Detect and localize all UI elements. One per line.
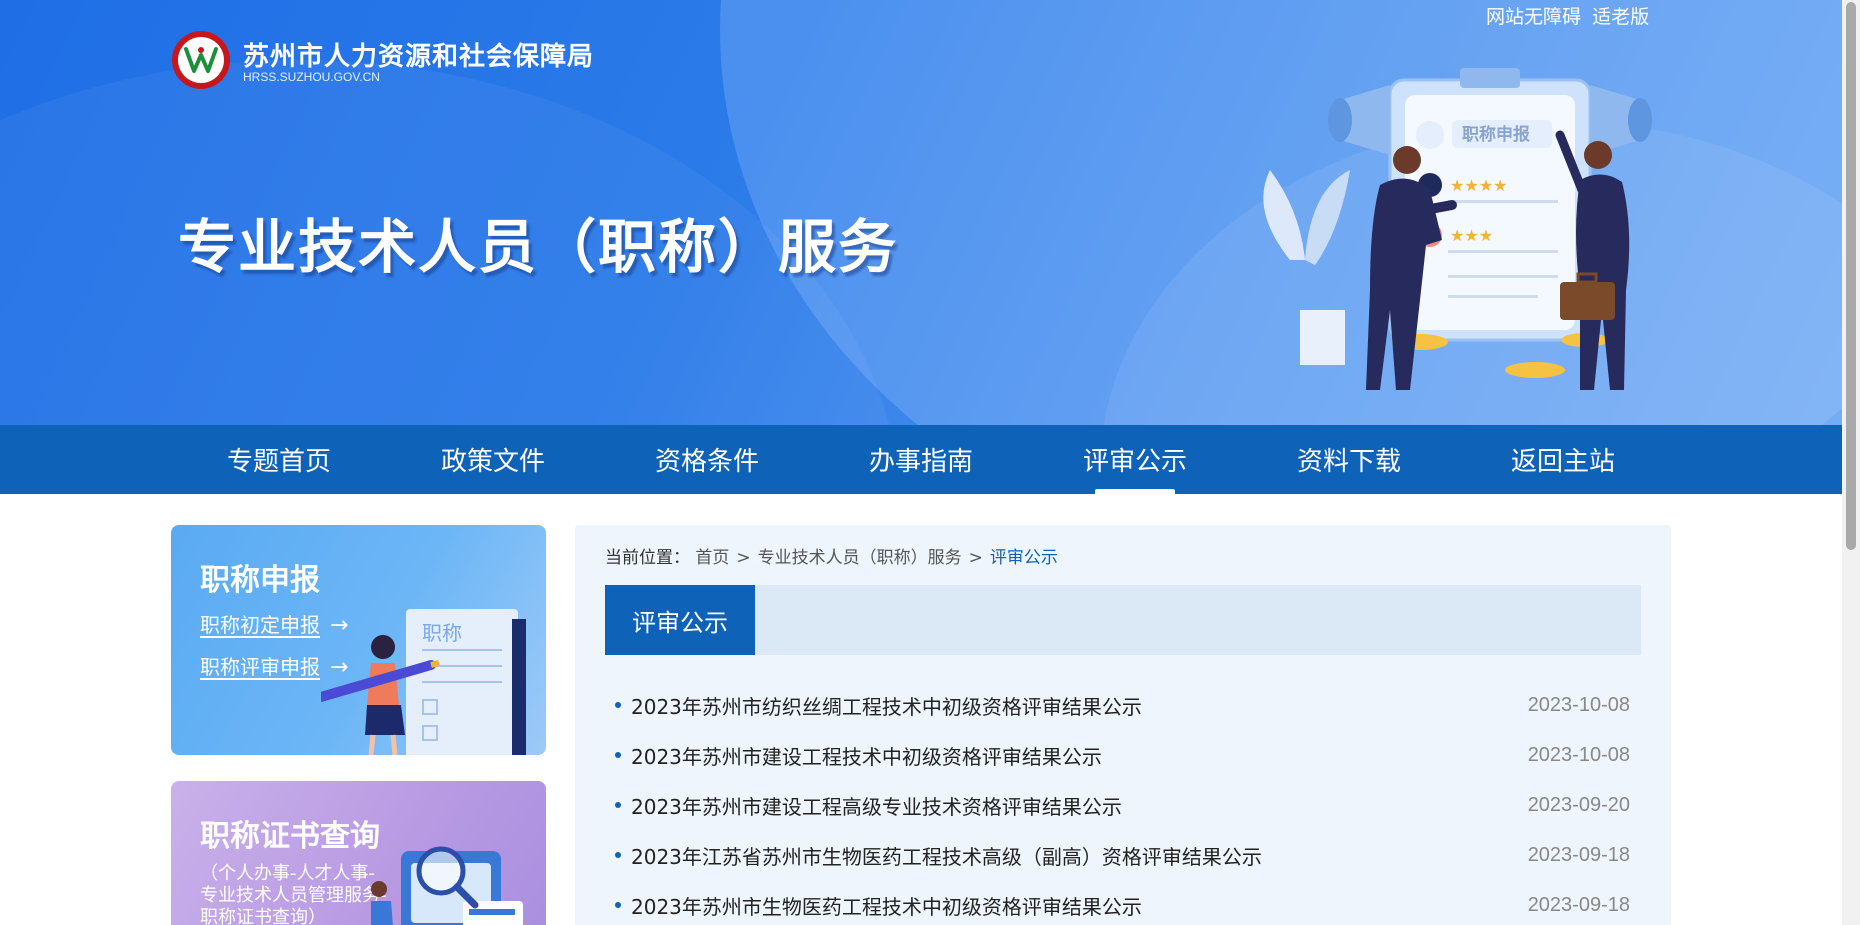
woman-with-pencil-icon: [321, 635, 440, 755]
org-name: 苏州市人力资源和社会保障局: [243, 42, 595, 72]
nav-item-back-to-main[interactable]: 返回主站: [1456, 425, 1670, 494]
breadcrumb-prefix: 当前位置：: [605, 548, 690, 568]
tab-review-notice[interactable]: 评审公示: [605, 585, 755, 655]
breadcrumb: 当前位置： 首页 > 专业技术人员（职称）服务 > 评审公示: [605, 548, 1058, 568]
banner-illustration-icon: 职称申报 ★★★★ ★★★: [1263, 68, 1652, 390]
bullet-icon: [615, 702, 621, 708]
banner-title: 专业技术人员（职称）服务: [178, 213, 899, 281]
list-item-title[interactable]: 2023年苏州市纺织丝绸工程技术中初级资格评审结果公示: [631, 691, 1142, 720]
org-domain: HRSS.SUZHOU.GOV.CN: [243, 70, 380, 84]
main-content-panel: 当前位置： 首页 > 专业技术人员（职称）服务 > 评审公示 评审公示 2023年苏州市…: [575, 525, 1671, 925]
title-application-card[interactable]: 职称申报 职称初定申报 → 职称评审申报 → 职称: [171, 525, 546, 755]
list-item-title[interactable]: 2023年苏州市生物医药工程技术中初级资格评审结果公示: [631, 891, 1142, 920]
list-item-title[interactable]: 2023年苏州市建设工程高级专业技术资格评审结果公示: [631, 791, 1122, 820]
bullet-icon: [615, 752, 621, 758]
scrollbar-thumb[interactable]: [1846, 2, 1856, 550]
card-note: （个人办事-人才人事-专业技术人员管理服务-职称证书查询）: [200, 863, 387, 925]
svg-text:★★★★: ★★★★: [1450, 176, 1507, 195]
accessibility-links: 网站无障碍 适老版: [1480, 2, 1649, 29]
list-item[interactable]: 2023年江苏省苏州市生物医药工程技术高级（副高）资格评审结果公示 2023-0…: [615, 830, 1630, 880]
list-item-title[interactable]: 2023年苏州市建设工程技术中初级资格评审结果公示: [631, 741, 1102, 770]
svg-text:★★★: ★★★: [1450, 226, 1493, 245]
nav-item-policy[interactable]: 政策文件: [386, 425, 600, 494]
breadcrumb-home-link[interactable]: 首页: [695, 548, 729, 568]
list-item[interactable]: 2023年苏州市生物医药工程技术中初级资格评审结果公示 2023-09-18: [615, 880, 1630, 925]
list-item-date: 2023-09-18: [1527, 893, 1630, 916]
bullet-icon: [615, 802, 621, 808]
certificate-search-icon: [371, 846, 523, 925]
bullet-icon: [615, 902, 621, 908]
breadcrumb-section-link[interactable]: 专业技术人员（职称）服务: [758, 548, 962, 568]
logo-emblem-icon: [178, 37, 224, 83]
list-item-date: 2023-10-08: [1527, 743, 1630, 766]
list-item-date: 2023-09-20: [1527, 793, 1630, 816]
accessibility-link[interactable]: 网站无障碍: [1486, 7, 1581, 28]
list-item[interactable]: 2023年苏州市纺织丝绸工程技术中初级资格评审结果公示 2023-10-08: [615, 680, 1630, 730]
list-item-date: 2023-10-08: [1527, 693, 1630, 716]
nav-item-review-notice[interactable]: 评审公示: [1028, 425, 1242, 494]
page-scrollbar[interactable]: [1842, 0, 1860, 925]
breadcrumb-current: 评审公示: [989, 548, 1058, 568]
notice-list: 2023年苏州市纺织丝绸工程技术中初级资格评审结果公示 2023-10-08 2…: [615, 680, 1630, 925]
card-title: 职称证书查询: [200, 819, 380, 854]
tab-bar: 评审公示: [605, 585, 1641, 655]
list-item[interactable]: 2023年苏州市建设工程技术中初级资格评审结果公示 2023-10-08: [615, 730, 1630, 780]
nav-item-qualifications[interactable]: 资格条件: [600, 425, 814, 494]
svg-text:职称申报: 职称申报: [1462, 124, 1530, 145]
bullet-icon: [615, 852, 621, 858]
main-nav: 专题首页 政策文件 资格条件 办事指南 评审公示 资料下载 返回主站: [0, 425, 1842, 494]
nav-item-downloads[interactable]: 资料下载: [1242, 425, 1456, 494]
nav-item-guide[interactable]: 办事指南: [814, 425, 1028, 494]
certificate-query-card[interactable]: 职称证书查询 （个人办事-人才人事-专业技术人员管理服务-职称证书查询）: [171, 781, 546, 925]
page: 网站无障碍 适老版 苏州市人力资源和社会保障局 HRSS.SUZHOU.GOV.…: [0, 0, 1860, 925]
elderly-mode-link[interactable]: 适老版: [1592, 7, 1649, 28]
nav-item-home[interactable]: 专题首页: [172, 425, 386, 494]
list-item-title[interactable]: 2023年江苏省苏州市生物医药工程技术高级（副高）资格评审结果公示: [631, 841, 1262, 870]
list-item-date: 2023-09-18: [1527, 843, 1630, 866]
card-title: 职称申报: [200, 563, 320, 598]
list-item[interactable]: 2023年苏州市建设工程高级专业技术资格评审结果公示 2023-09-20: [615, 780, 1630, 830]
header-banner: 网站无障碍 适老版 苏州市人力资源和社会保障局 HRSS.SUZHOU.GOV.…: [0, 0, 1842, 425]
logo[interactable]: [172, 31, 230, 89]
